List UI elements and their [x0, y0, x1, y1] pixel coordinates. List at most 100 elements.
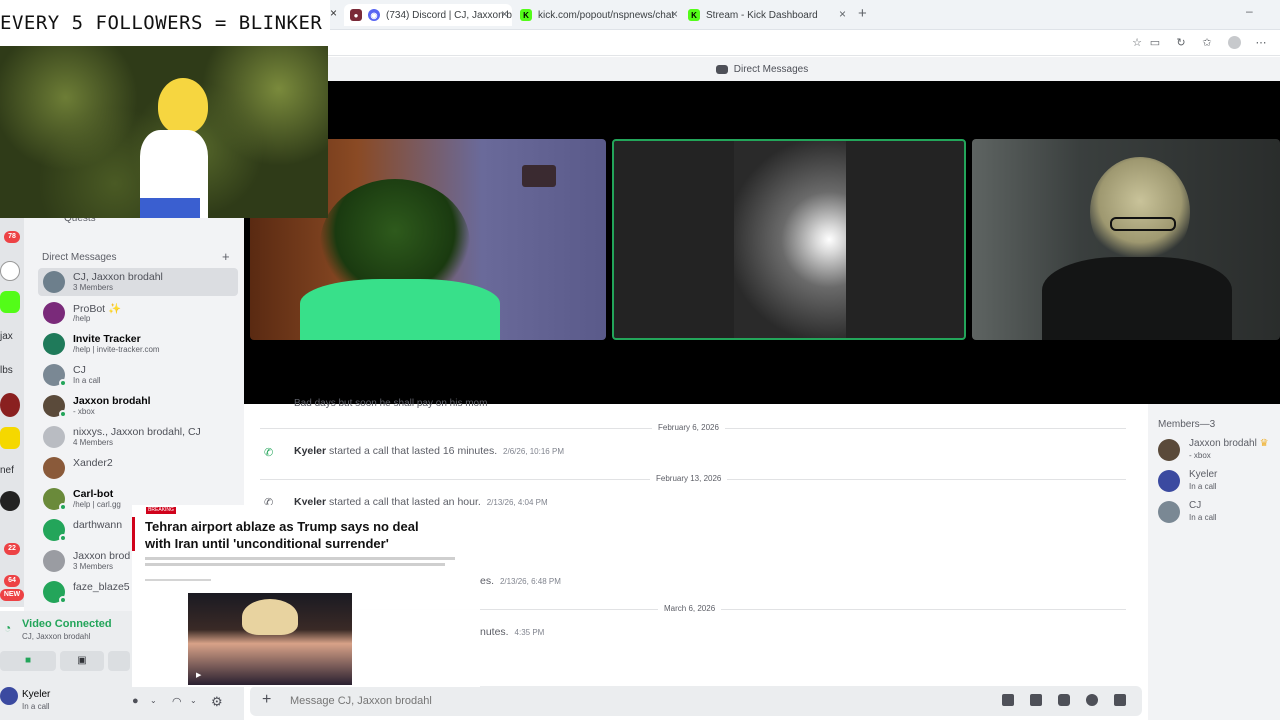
date-divider-label: February 13, 2026: [650, 474, 728, 483]
wall-poster: [522, 165, 556, 187]
create-dm-button[interactable]: +: [222, 249, 230, 264]
glasses: [1110, 217, 1176, 231]
participant-camera-feed: [734, 141, 846, 338]
member-name: Jaxxon brodahl ♛: [1189, 438, 1269, 449]
avatar: [1158, 439, 1180, 461]
crown-icon: ♛: [1259, 438, 1269, 449]
kick-icon: K: [688, 9, 700, 21]
online-status-icon: [59, 596, 67, 604]
server-icon[interactable]: [0, 427, 20, 449]
member-item[interactable]: Kyeler In a call: [1158, 469, 1276, 495]
screen-share-button[interactable]: ▣: [60, 651, 104, 671]
dm-item-name: Invite Tracker: [73, 333, 141, 345]
server-icon[interactable]: [0, 261, 20, 281]
gear-icon[interactable]: ⚙: [211, 694, 223, 710]
menu-dots-icon[interactable]: ⋯: [1254, 37, 1268, 49]
message-input[interactable]: [290, 693, 890, 709]
emoji-icon[interactable]: [1086, 694, 1098, 706]
tab-kick-dashboard[interactable]: K Stream - Kick Dashboard ×: [682, 4, 850, 26]
kick-server-icon[interactable]: [0, 291, 20, 313]
sticker-icon[interactable]: [1058, 694, 1070, 706]
message-composer[interactable]: +: [250, 686, 1142, 716]
message-partial: Bad days but soon he shall pay on his mo…: [294, 398, 488, 409]
profile-avatar[interactable]: [1228, 36, 1241, 49]
channel-header: Direct Messages: [244, 57, 1280, 81]
message-timestamp: 2/13/26, 4:04 PM: [486, 498, 548, 507]
tab-title: Stream - Kick Dashboard: [706, 9, 818, 21]
message-text: es.: [480, 575, 495, 587]
voice-status[interactable]: Video Connected: [22, 618, 112, 630]
dm-item-name: faze_blaze5: [73, 581, 130, 593]
apps-icon[interactable]: [1114, 694, 1126, 706]
dm-item-invite-tracker[interactable]: Invite Tracker /help | invite-tracker.co…: [38, 330, 238, 358]
activity-button[interactable]: [108, 651, 130, 671]
server-label[interactable]: jax: [0, 331, 13, 342]
dm-item-cj[interactable]: CJ In a call: [38, 361, 238, 389]
server-icon[interactable]: [0, 491, 20, 511]
add-attachment-icon[interactable]: +: [262, 691, 271, 709]
tab-discord[interactable]: ● ◉ (734) Discord | CJ, Jaxxon brod ×: [344, 4, 512, 26]
avatar[interactable]: [0, 687, 18, 705]
member-item[interactable]: CJ In a call: [1158, 500, 1276, 526]
close-tab-icon[interactable]: ×: [671, 7, 678, 21]
dm-item-group-cj-jaxxon[interactable]: CJ, Jaxxon brodahl 3 Members: [38, 268, 238, 296]
gif-icon[interactable]: [1030, 694, 1042, 706]
server-icon[interactable]: [0, 393, 20, 417]
chevron-down-icon[interactable]: ⌄: [150, 696, 157, 705]
microphone-icon[interactable]: ●: [132, 695, 139, 707]
news-summary-line: [145, 557, 455, 560]
chevron-down-icon[interactable]: ⌄: [190, 696, 197, 705]
member-status: In a call: [1189, 482, 1217, 491]
dm-item-sub: 3 Members: [73, 283, 114, 292]
dm-item-sub: - xbox: [73, 407, 95, 416]
participant-shirt: [300, 279, 500, 340]
server-label[interactable]: lbs: [0, 365, 13, 376]
video-camera-button[interactable]: ■: [0, 651, 56, 671]
dm-item-probot[interactable]: ProBot ✨ /help: [38, 299, 238, 327]
close-icon[interactable]: ×: [330, 6, 337, 20]
headphones-icon[interactable]: ◠: [172, 695, 182, 708]
minimize-button[interactable]: –: [1246, 4, 1253, 18]
close-tab-icon[interactable]: ×: [839, 7, 846, 21]
star-icon[interactable]: ☆: [1130, 37, 1144, 49]
play-icon[interactable]: ▶: [196, 671, 204, 679]
gift-icon[interactable]: [1002, 694, 1014, 706]
avatar: [43, 271, 65, 293]
favorites-icon[interactable]: ✩: [1200, 37, 1214, 49]
avatar: [1158, 501, 1180, 523]
message-author[interactable]: Kyeler: [294, 445, 326, 457]
dm-item-group-nixxys[interactable]: nixxys., Jaxxon brodahl, CJ 4 Members: [38, 423, 238, 451]
video-tile-participant-2[interactable]: [612, 139, 966, 340]
tab-kick-chat[interactable]: K kick.com/popout/nspnews/chat ×: [514, 4, 682, 26]
stream-overlay-banner: EVERY 5 FOLLOWERS = BLINKER ×: [0, 0, 337, 46]
call-system-message: es. 2/13/26, 6:48 PM: [480, 575, 561, 587]
unread-badge: 22: [4, 543, 20, 555]
cartoon-pants: [140, 198, 200, 218]
server-rail: 78 jax lbs nef 22 64 NEW: [0, 217, 24, 607]
dm-item-xander2[interactable]: Xander2: [38, 454, 238, 482]
camera-icon[interactable]: ▭: [1148, 37, 1162, 49]
member-name: CJ: [1189, 500, 1202, 511]
news-video-thumbnail[interactable]: ▶: [188, 593, 352, 685]
member-item[interactable]: Jaxxon brodahl ♛ - xbox: [1158, 438, 1276, 464]
dm-item-name: nixxys., Jaxxon brodahl, CJ: [73, 426, 201, 438]
dm-item-name: CJ: [73, 364, 86, 376]
new-tab-button[interactable]: +: [858, 5, 867, 22]
voice-channel[interactable]: CJ, Jaxxon brodahl: [22, 632, 90, 641]
unread-badge: 64: [4, 575, 20, 587]
overlay-banner-text: EVERY 5 FOLLOWERS = BLINKER: [0, 12, 323, 34]
server-label[interactable]: nef: [0, 465, 14, 476]
refresh-icon[interactable]: ↻: [1174, 37, 1188, 49]
kick-icon: K: [520, 9, 532, 21]
tab-title: (734) Discord | CJ, Jaxxon brod: [386, 9, 512, 21]
dm-item-sub: In a call: [73, 376, 101, 385]
close-tab-icon[interactable]: ×: [501, 7, 508, 21]
online-status-icon: [59, 410, 67, 418]
avatar: [43, 333, 65, 355]
dm-item-jaxxon[interactable]: Jaxxon brodahl - xbox: [38, 392, 238, 420]
video-tile-participant-3[interactable]: [972, 139, 1280, 340]
dm-item-name: darthwann: [73, 519, 123, 531]
discord-icon: ◉: [368, 9, 380, 21]
dm-heading: Direct Messages: [42, 252, 117, 263]
call-system-message: Kyeler started a call that lasted 16 min…: [294, 445, 564, 457]
